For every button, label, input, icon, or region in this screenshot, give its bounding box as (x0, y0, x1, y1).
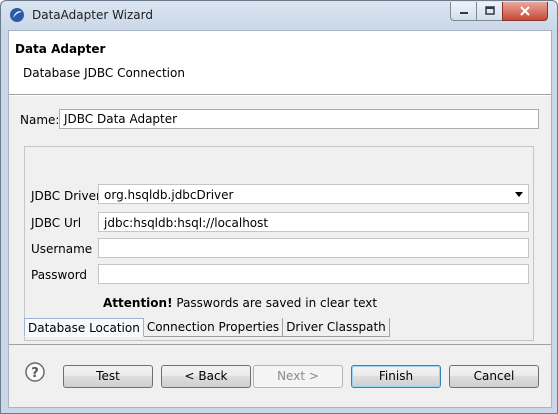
back-button[interactable]: < Back (161, 365, 251, 388)
help-icon[interactable]: ? (25, 362, 45, 382)
svg-text:?: ? (31, 366, 39, 381)
close-button[interactable] (502, 2, 548, 21)
attention-text: Passwords are saved in clear text (172, 296, 378, 310)
test-button[interactable]: Test (63, 365, 153, 388)
jdbc-url-input[interactable]: jdbc:hsqldb:hsql://localhost (98, 212, 529, 232)
tab-driver-classpath[interactable]: Driver Classpath (283, 318, 390, 337)
jdbc-driver-value: org.hsqldb.jdbcDriver (104, 188, 234, 202)
name-label: Name: (20, 113, 60, 127)
jdbc-url-label: JDBC Url (31, 216, 82, 230)
finish-button[interactable]: Finish (351, 365, 441, 388)
minimize-button[interactable] (450, 2, 477, 21)
close-icon (520, 6, 530, 16)
page-title: Data Adapter (15, 42, 106, 56)
chevron-down-icon[interactable] (515, 192, 523, 197)
username-label: Username (31, 242, 93, 256)
maximize-button[interactable] (476, 2, 503, 21)
jdbc-driver-select[interactable]: org.hsqldb.jdbcDriver (98, 184, 529, 204)
page-subtitle: Database JDBC Connection (23, 66, 185, 80)
dialog-body: Data Adapter Database JDBC Connection Na… (8, 30, 552, 408)
tab-bar: Database Location Connection Properties … (24, 318, 390, 338)
tab-database-location[interactable]: Database Location (24, 318, 144, 337)
minimize-icon (459, 12, 468, 14)
name-input[interactable]: JDBC Data Adapter (59, 109, 539, 129)
attention-label: Attention! (103, 296, 173, 310)
wizard-header: Data Adapter Database JDBC Connection (9, 31, 551, 95)
window-title: DataAdapter Wizard (32, 8, 154, 22)
username-input[interactable] (98, 238, 529, 258)
title-bar[interactable]: DataAdapter Wizard (1, 1, 557, 29)
cancel-button[interactable]: Cancel (449, 365, 539, 388)
password-warning: Attention! Passwords are saved in clear … (103, 296, 377, 310)
maximize-icon (484, 6, 495, 15)
jdbc-driver-label: JDBC Driver (31, 189, 101, 203)
button-bar-divider (9, 344, 551, 345)
header-divider (9, 95, 551, 96)
tab-connection-properties[interactable]: Connection Properties (143, 318, 284, 337)
wizard-window: DataAdapter Wizard Data Adapter Database… (0, 0, 558, 414)
password-input[interactable] (98, 264, 529, 284)
connection-group: JDBC Driver org.hsqldb.jdbcDriver JDBC U… (24, 146, 534, 341)
next-button[interactable]: Next > (253, 365, 343, 388)
eclipse-icon (10, 8, 24, 22)
password-label: Password (31, 268, 88, 282)
